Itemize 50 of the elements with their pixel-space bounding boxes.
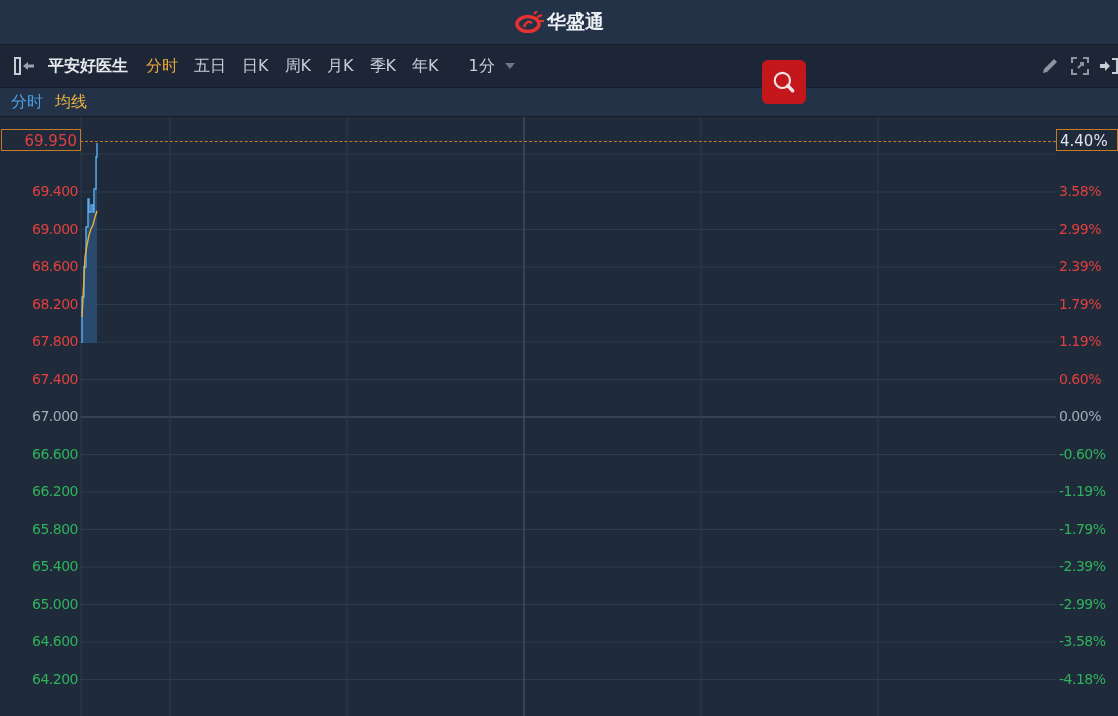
change-axis-label: 0.60%: [1059, 369, 1101, 389]
current-price-marker: 69.950: [1, 129, 81, 151]
caret-icon: [504, 63, 515, 69]
fullscreen-icon[interactable]: [1070, 56, 1090, 76]
change-axis-label: 1.19%: [1059, 332, 1101, 351]
period-tab[interactable]: 月K: [319, 55, 362, 77]
pencil-icon[interactable]: [1040, 56, 1060, 76]
price-axis-label: 64.600: [32, 632, 78, 651]
change-axis-label: 2.39%: [1059, 257, 1101, 276]
search-icon: [771, 69, 797, 95]
price-axis-label: 66.600: [32, 444, 78, 464]
price-axis-label: 67.800: [32, 332, 78, 351]
change-axis-label: 1.79%: [1059, 294, 1101, 314]
price-axis-label: 69.400: [32, 182, 78, 201]
exit-icon[interactable]: [1100, 56, 1118, 76]
period-tab[interactable]: 日K: [234, 55, 277, 77]
change-axis-label: -1.19%: [1059, 482, 1106, 501]
price-axis-label: 67.000: [32, 407, 78, 426]
period-tab[interactable]: 分时: [138, 55, 186, 77]
period-tab[interactable]: 季K: [361, 55, 404, 77]
change-axis-label: -2.99%: [1059, 594, 1106, 614]
change-axis-label: 3.58%: [1059, 182, 1101, 201]
change-axis-label: 2.99%: [1059, 219, 1101, 239]
price-axis-label: 68.600: [32, 257, 78, 276]
logo-icon: [514, 11, 544, 33]
brand-name: 华盛通: [547, 9, 604, 34]
interval-dropdown[interactable]: 1分: [462, 55, 521, 77]
change-axis-label: -2.39%: [1059, 557, 1106, 576]
change-axis-label: -4.18%: [1059, 669, 1106, 689]
collapse-panel-icon[interactable]: [14, 56, 36, 76]
change-axis-label: -3.58%: [1059, 632, 1106, 651]
period-tab[interactable]: 年K: [404, 55, 447, 77]
stock-name: 平安好医生: [48, 55, 128, 77]
change-axis-label: -0.60%: [1059, 444, 1106, 464]
search-button[interactable]: [762, 60, 806, 104]
period-tab[interactable]: 五日: [186, 55, 234, 77]
price-axis-label: 68.200: [32, 294, 78, 314]
price-axis-label: 66.200: [32, 482, 78, 501]
change-axis-label: -1.79%: [1059, 519, 1106, 539]
price-axis-label: 65.800: [32, 519, 78, 539]
period-tab[interactable]: 周K: [276, 55, 319, 77]
legend-label: 均线: [55, 91, 87, 113]
price-axis-label: 64.200: [32, 669, 78, 689]
price-axis-label: 69.000: [32, 219, 78, 239]
legend-label: 分时: [11, 91, 43, 113]
price-axis-label: 65.000: [32, 594, 78, 614]
change-axis-label: 0.00%: [1059, 407, 1101, 426]
price-axis-label: 67.400: [32, 369, 78, 389]
current-change-marker: 4.40%: [1056, 129, 1118, 151]
price-axis-label: 65.400: [32, 557, 78, 576]
